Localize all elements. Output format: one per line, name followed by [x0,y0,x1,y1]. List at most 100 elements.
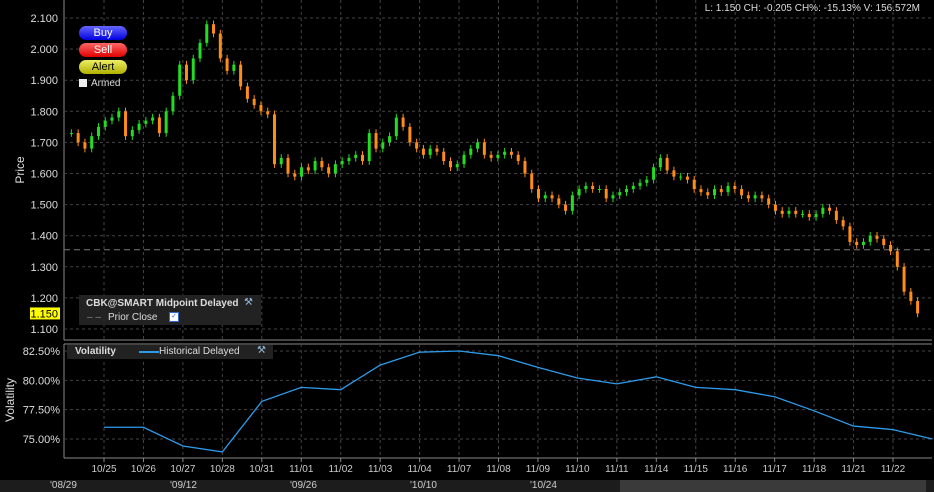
navigator-label: '09/12 [170,480,197,491]
navigator-selection[interactable] [620,480,926,492]
candle-body [164,111,168,134]
candle-body [550,195,554,199]
candle-body [611,195,615,199]
candle-body [76,133,80,143]
candle-body [103,120,107,127]
candle-body [597,189,601,191]
x-tick-label: 11/16 [723,464,748,475]
candle-body [516,154,520,162]
candle-body [780,210,784,214]
volatility-title: Volatility [75,346,116,357]
vol-tick-label: 75.00% [23,434,61,446]
candle-body [90,136,94,149]
candle-body [604,189,608,199]
price-tick-label: 1.700 [30,137,58,149]
chart-canvas[interactable]: 10/25 10/26 10/27 10/28 10/31 11/01 11/02 11/03… [0,0,934,492]
x-tick-label: 10/27 [170,464,195,475]
candle-body [801,213,805,215]
candle-body [266,111,270,115]
candle-body [706,192,710,196]
candle-body [367,133,371,162]
candle-body [868,235,872,242]
prior-close-label: Prior Close [108,312,158,323]
candle-body [300,167,304,177]
candle-body [814,213,818,218]
candle-body [652,167,656,180]
candle-body [543,195,547,199]
x-tick-label: 10/25 [91,464,116,475]
candle-body [828,207,832,211]
x-tick-label: 11/18 [802,464,827,475]
x-tick-label: 11/02 [329,464,354,475]
candle-body [496,154,500,158]
candle-body [69,133,73,135]
candle-body [476,142,480,149]
candle-body [631,185,635,190]
sell-button[interactable]: Sell [79,43,127,57]
candle-body [821,207,825,214]
candle-body [882,238,886,246]
alert-button[interactable]: Alert [79,60,127,74]
candle-body [394,117,398,137]
candle-body [530,173,534,190]
candle-body [834,210,838,221]
wrench-icon[interactable]: ⚒ [257,345,266,356]
candle-body [279,157,283,165]
candle-body [388,136,392,143]
candle-body [232,64,236,71]
candle-body [787,210,791,214]
candle-body [746,195,750,199]
candle-body [753,195,757,199]
x-tick-label: 11/11 [605,464,629,475]
candle-body [591,185,595,190]
vol-axis-title: Volatility [3,378,17,422]
candle-body [401,117,405,127]
candle-body [286,157,290,174]
dash-line-icon: – – [87,312,101,323]
candle-body [719,189,723,193]
candle-body [848,226,852,242]
candle-body [360,154,364,162]
candle-body [96,126,100,137]
candle-body [83,142,87,149]
candle-body [794,210,798,214]
candle-body [293,173,297,177]
x-tick-label: 11/09 [526,464,551,475]
candle-body [333,164,337,174]
price-tick-label: 1.900 [30,75,58,87]
armed-checkbox[interactable]: Armed [79,78,120,89]
x-tick-label: 11/07 [447,464,472,475]
last-price-label: 1.150 [30,308,58,320]
candle-body [381,142,385,149]
price-tick-label: 1.600 [30,169,58,181]
candle-body [327,167,331,174]
prior-close-checkbox[interactable]: ✓ [169,312,179,322]
x-tick-label: 11/21 [841,464,866,475]
candle-body [462,154,466,165]
price-axis-title: Price [13,156,27,184]
candle-body [713,189,717,196]
candle-body [110,117,114,121]
price-tick-label: 2.000 [30,44,58,56]
candle-body [205,24,209,43]
candle-body [773,204,777,211]
price-tick-label: 1.800 [30,106,58,118]
candle-body [239,64,243,87]
candle-body [313,161,317,171]
candle-body [685,176,689,180]
buy-button[interactable]: Buy [79,26,127,40]
candle-body [807,213,811,218]
candle-body [889,245,893,252]
candle-body [557,198,561,205]
candle-body [144,120,148,124]
vol-tick-label: 80.00% [23,375,61,387]
candle-body [658,157,662,168]
wrench-icon[interactable]: ⚒ [244,297,253,308]
x-tick-label: 10/31 [249,464,274,475]
candle-body [354,154,358,158]
candle-body [151,117,155,121]
candle-body [841,220,845,227]
candle-body [625,189,629,193]
candle-body [178,64,182,96]
x-tick-label: 11/08 [486,464,511,475]
